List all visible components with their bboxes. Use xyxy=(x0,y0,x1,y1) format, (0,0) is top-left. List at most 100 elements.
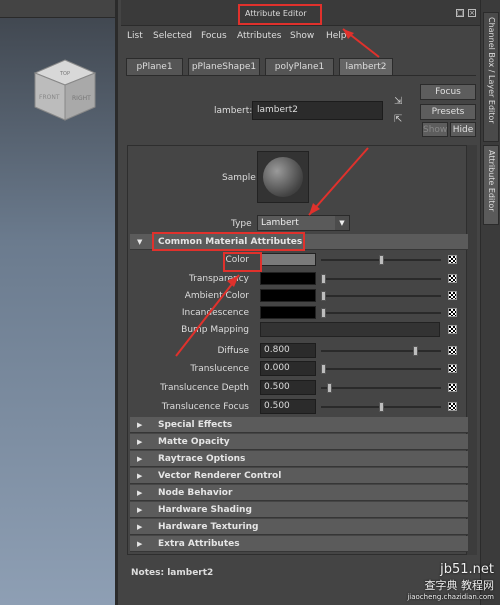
attr-slider[interactable] xyxy=(321,308,441,318)
attr-slider[interactable] xyxy=(321,346,441,356)
map-texture-icon[interactable] xyxy=(448,364,457,373)
attr-label: Translucence Focus xyxy=(161,402,249,412)
tab-lambert2[interactable]: lambert2 xyxy=(339,58,393,76)
section-title: Raytrace Options xyxy=(158,454,246,464)
attr-row-diffuse: Diffuse 0.800 xyxy=(121,343,471,361)
attr-slider[interactable] xyxy=(321,291,441,301)
section-hardware-shading[interactable]: ▶ Hardware Shading xyxy=(130,502,468,518)
value-field[interactable]: 0.500 xyxy=(260,380,316,395)
attr-label: Incandescence xyxy=(181,308,249,318)
color-swatch[interactable] xyxy=(260,272,316,285)
collapsed-arrow-icon: ▶ xyxy=(137,438,143,446)
collapsed-arrow-icon: ▶ xyxy=(137,472,143,480)
menu-focus[interactable]: Focus xyxy=(201,31,227,41)
slider-thumb[interactable] xyxy=(378,402,384,412)
slider-thumb[interactable] xyxy=(413,346,418,356)
float-icon[interactable]: ▢ xyxy=(456,9,464,17)
tab-channel-box[interactable]: Channel Box / Layer Editor xyxy=(483,12,499,142)
tab-attribute-editor[interactable]: Attribute Editor xyxy=(483,145,499,225)
section-title: Extra Attributes xyxy=(158,539,240,549)
output-connections-icon[interactable]: ⇱ xyxy=(394,114,402,125)
slider-thumb[interactable] xyxy=(321,274,326,284)
attr-slider[interactable] xyxy=(321,383,441,393)
attr-label: Diffuse xyxy=(217,346,249,356)
slider-thumb[interactable] xyxy=(321,308,326,318)
map-texture-icon[interactable] xyxy=(448,402,457,411)
type-value: Lambert xyxy=(261,218,299,228)
attr-slider[interactable] xyxy=(321,255,441,265)
section-matte-opacity[interactable]: ▶ Matte Opacity xyxy=(130,434,468,450)
section-special-effects[interactable]: ▶ Special Effects xyxy=(130,417,468,433)
tab-pplane1[interactable]: pPlane1 xyxy=(126,58,183,76)
hide-button[interactable]: Hide xyxy=(450,122,476,137)
attr-slider[interactable] xyxy=(321,364,441,374)
map-texture-icon[interactable] xyxy=(448,255,457,264)
menu-selected[interactable]: Selected xyxy=(153,31,192,41)
menu-attributes[interactable]: Attributes xyxy=(237,31,281,41)
node-name-field[interactable]: lambert2 xyxy=(252,101,383,120)
collapsed-arrow-icon: ▶ xyxy=(137,421,143,429)
collapsed-arrow-icon: ▶ xyxy=(137,523,143,531)
highlight-title xyxy=(238,4,322,25)
slider-thumb[interactable] xyxy=(321,364,326,374)
node-label: lambert: xyxy=(214,106,253,116)
viewport-panel[interactable]: TOP FRONT RIGHT xyxy=(0,0,118,605)
color-swatch[interactable] xyxy=(260,289,316,302)
color-swatch[interactable] xyxy=(260,253,316,266)
focus-button[interactable]: Focus xyxy=(420,84,476,100)
attr-label: Translucence Depth xyxy=(160,383,249,393)
tab-pplaneshape1[interactable]: pPlaneShape1 xyxy=(188,58,260,76)
slider-thumb[interactable] xyxy=(378,255,384,265)
notes-value: lambert2 xyxy=(167,568,214,578)
attr-row-color: Color xyxy=(121,252,471,270)
map-texture-icon[interactable] xyxy=(448,274,457,283)
map-texture-icon[interactable] xyxy=(448,291,457,300)
color-swatch[interactable] xyxy=(260,306,316,319)
collapsed-arrow-icon: ▶ xyxy=(137,455,143,463)
viewport-toolbar xyxy=(0,0,115,18)
map-texture-icon[interactable] xyxy=(448,383,457,392)
attr-slider[interactable] xyxy=(321,402,441,412)
tab-polyplane1[interactable]: polyPlane1 xyxy=(265,58,334,76)
presets-button[interactable]: Presets xyxy=(420,104,476,120)
menu-help[interactable]: Help xyxy=(326,31,347,41)
watermark-name: 查字典 教程网 xyxy=(424,579,495,592)
menu-show[interactable]: Show xyxy=(290,31,314,41)
show-button[interactable]: Show xyxy=(422,122,448,137)
attr-row-translucence: Translucence 0.000 xyxy=(121,361,471,379)
section-raytrace-options[interactable]: ▶ Raytrace Options xyxy=(130,451,468,467)
section-title: Vector Renderer Control xyxy=(158,471,282,481)
notes-label: Notes: xyxy=(131,568,165,578)
map-texture-icon[interactable] xyxy=(448,325,457,334)
map-texture-icon[interactable] xyxy=(448,346,457,355)
slider-thumb[interactable] xyxy=(326,383,332,393)
section-hardware-texturing[interactable]: ▶ Hardware Texturing xyxy=(130,519,468,535)
node-tabs: pPlane1 pPlaneShape1 polyPlane1 lambert2 xyxy=(126,58,476,76)
section-extra-attributes[interactable]: ▶ Extra Attributes xyxy=(130,536,468,552)
menu-list[interactable]: List xyxy=(127,31,143,41)
value-field[interactable]: 0.500 xyxy=(260,399,316,414)
menu-bar: List Selected Focus Attributes Show Help xyxy=(121,28,480,46)
close-icon[interactable]: × xyxy=(468,9,476,17)
value-field[interactable]: 0.800 xyxy=(260,343,316,358)
input-connections-icon[interactable]: ⇲ xyxy=(394,96,402,107)
notes: Notes: lambert2 xyxy=(131,568,213,578)
attribute-editor-label: Attribute Editor xyxy=(487,150,496,212)
section-vector-renderer-control[interactable]: ▶ Vector Renderer Control xyxy=(130,468,468,484)
section-node-behavior[interactable]: ▶ Node Behavior xyxy=(130,485,468,501)
map-texture-icon[interactable] xyxy=(448,308,457,317)
type-dropdown[interactable]: Lambert ▼ xyxy=(257,215,350,231)
expanded-arrow-icon: ▼ xyxy=(137,238,143,246)
cube-face-right: RIGHT xyxy=(72,95,91,102)
slider-thumb[interactable] xyxy=(321,291,326,301)
view-cube[interactable]: TOP FRONT RIGHT xyxy=(30,55,100,125)
bump-mapping-field[interactable] xyxy=(260,322,440,337)
sample-label: Sample xyxy=(222,173,256,183)
highlight-common xyxy=(152,232,305,251)
type-label: Type xyxy=(231,219,252,229)
collapsed-arrow-icon: ▶ xyxy=(137,489,143,497)
cube-face-front: FRONT xyxy=(39,94,60,101)
attr-row-translucence-depth: Translucence Depth 0.500 xyxy=(121,380,471,398)
value-field[interactable]: 0.000 xyxy=(260,361,316,376)
attr-slider[interactable] xyxy=(321,274,441,284)
